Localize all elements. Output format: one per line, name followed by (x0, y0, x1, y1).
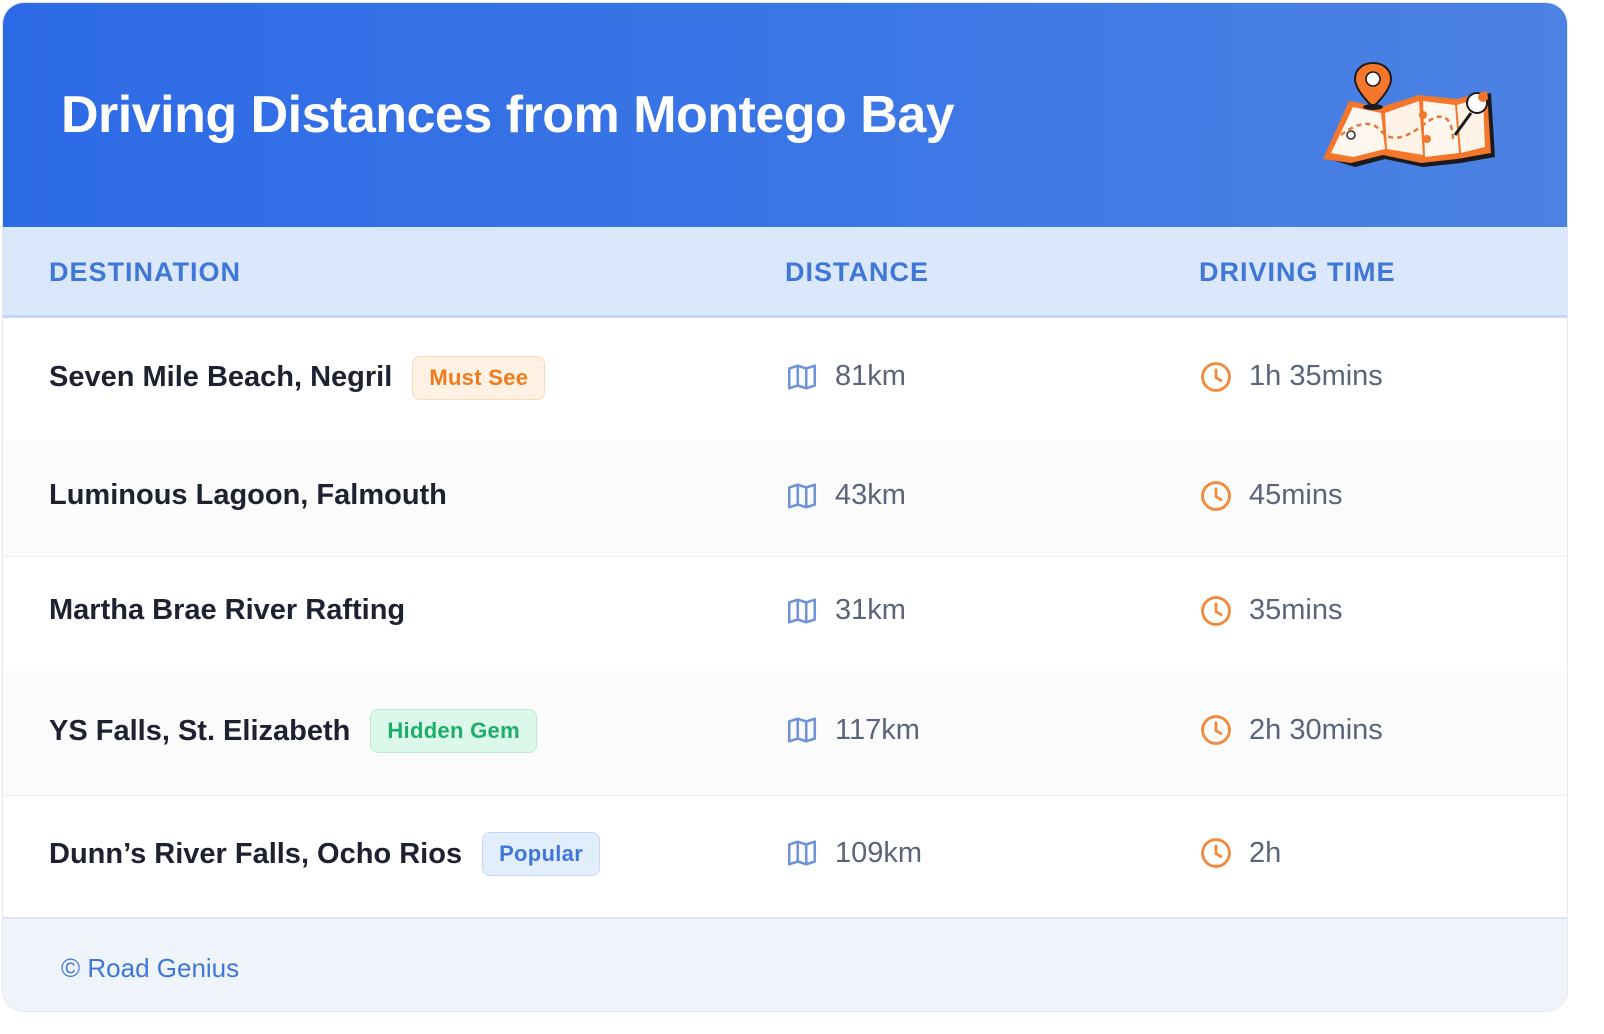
distance-value: 117km (835, 713, 920, 746)
footer-credit: © Road Genius (61, 953, 240, 983)
driving-time-value: 1h 35mins (1249, 360, 1383, 392)
distance-card: Driving Distances from Montego Bay DESTI… (2, 2, 1568, 1012)
table-row: Martha Brae River Rafting 31km 35mins (3, 556, 1567, 672)
clock-icon (1199, 360, 1233, 394)
driving-time-value: 45mins (1249, 479, 1343, 511)
driving-time-cell: 1h 35mins (1199, 360, 1383, 394)
distance-cell: 31km (785, 594, 906, 628)
column-header-driving-time: DRIVING TIME (1199, 257, 1396, 287)
distance-value: 109km (835, 836, 923, 869)
destination-cell: Dunn’s River Falls, Ocho Rios Popular (49, 832, 601, 876)
table-row: Seven Mile Beach, Negril Must See 81km 1h 3… (3, 318, 1567, 442)
distance-cell: 117km (785, 713, 920, 747)
destination-cell: Seven Mile Beach, Negril Must See (49, 355, 546, 400)
card-footer: © Road Genius (3, 917, 1567, 1011)
destination-name: Dunn’s River Falls, Ocho Rios (49, 837, 463, 870)
page-title: Driving Distances from Montego Bay (61, 86, 955, 144)
destination-name: Seven Mile Beach, Negril (49, 361, 393, 393)
driving-time-value: 2h (1249, 836, 1282, 869)
map-icon (785, 479, 819, 513)
table-row: Dunn’s River Falls, Ocho Rios Popular 109k… (3, 795, 1567, 918)
destination-cell: YS Falls, St. Elizabeth Hidden Gem (49, 709, 537, 753)
distance-cell: 81km (785, 360, 906, 394)
driving-time-cell: 35mins (1199, 594, 1343, 628)
driving-time-value: 35mins (1249, 594, 1343, 626)
distance-value: 43km (835, 479, 906, 511)
distance-cell: 43km (785, 479, 906, 513)
column-header-destination: DESTINATION (49, 257, 241, 287)
tag-badge: Must See (412, 355, 546, 400)
table-header: DESTINATION DISTANCE DRIVING TIME (3, 227, 1567, 318)
destination-name: YS Falls, St. Elizabeth (49, 714, 351, 747)
destination-name: Martha Brae River Rafting (49, 593, 406, 626)
table-row: Luminous Lagoon, Falmouth 43km 45mins (3, 441, 1567, 557)
clock-icon (1199, 713, 1233, 747)
card-header: Driving Distances from Montego Bay (3, 3, 1567, 227)
distance-cell: 109km (785, 836, 922, 870)
tag-badge: Hidden Gem (370, 709, 537, 753)
distance-value: 31km (835, 594, 906, 626)
destination-cell: Luminous Lagoon, Falmouth (49, 479, 447, 512)
destination-cell: Martha Brae River Rafting (49, 594, 405, 627)
driving-time-cell: 2h 30mins (1199, 713, 1383, 747)
clock-icon (1199, 594, 1233, 628)
destination-name: Luminous Lagoon, Falmouth (49, 478, 447, 511)
map-icon (785, 836, 819, 870)
column-header-distance: DISTANCE (785, 257, 930, 287)
map-icon (785, 594, 819, 628)
driving-time-cell: 45mins (1199, 479, 1343, 513)
table-row: YS Falls, St. Elizabeth Hidden Gem 117km 2h… (3, 671, 1567, 796)
map-icon (785, 713, 819, 747)
clock-icon (1199, 479, 1233, 513)
distance-value: 81km (835, 360, 906, 392)
driving-time-cell: 2h (1199, 836, 1281, 870)
map-icon (785, 360, 819, 394)
driving-time-value: 2h 30mins (1249, 713, 1383, 746)
map-with-pins-illustration (1323, 61, 1495, 167)
tag-badge: Popular (482, 832, 601, 876)
clock-icon (1199, 836, 1233, 870)
